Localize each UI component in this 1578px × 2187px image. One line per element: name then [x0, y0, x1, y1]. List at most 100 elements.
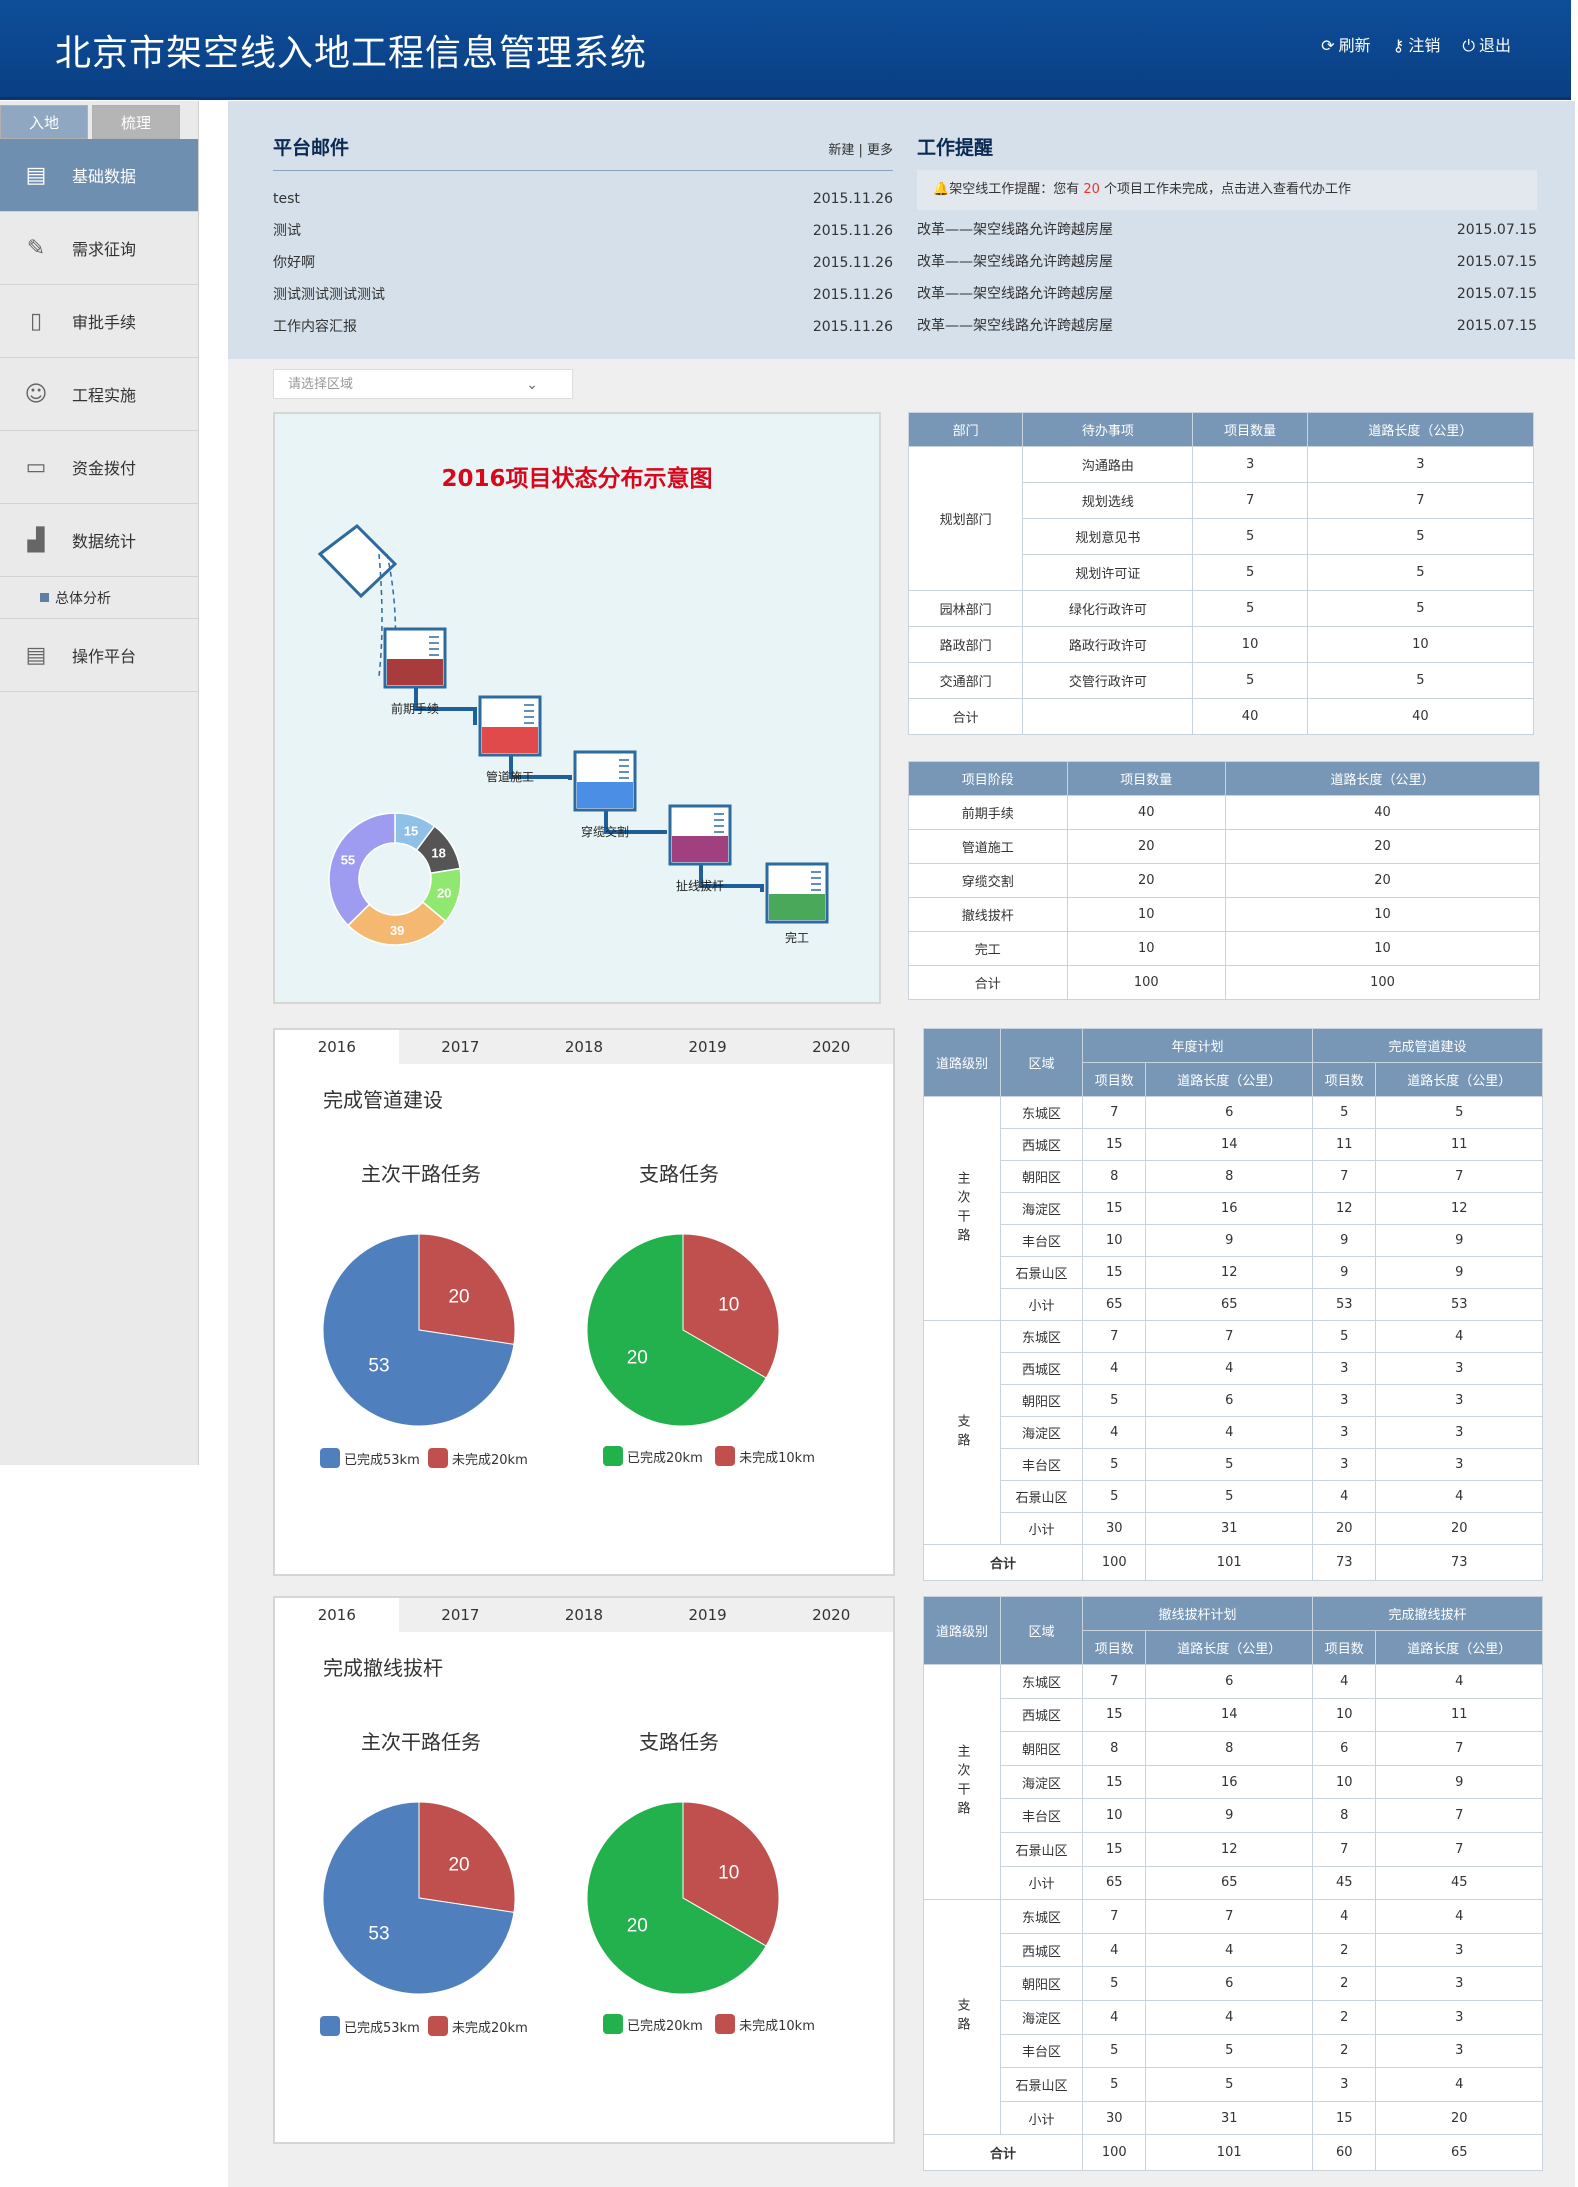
- table-cell: 7: [1375, 1160, 1543, 1193]
- sidebar-item-demand[interactable]: ✎ 需求征询: [0, 212, 198, 285]
- work-row-title: 改革——架空线路允许跨越房屋: [917, 254, 1113, 270]
- sidebar-item-statistics[interactable]: ▟ 数据统计: [0, 504, 198, 577]
- table-cell: 100: [1225, 965, 1540, 1000]
- table-cell: 14: [1145, 1697, 1313, 1733]
- table-cell: 15: [1311, 2100, 1377, 2136]
- refresh-button[interactable]: ⟳ 刷新: [1321, 32, 1370, 56]
- stage-label: 完工: [785, 930, 809, 945]
- work-row[interactable]: 改革——架空线路允许跨越房屋 2015.07.15: [917, 214, 1537, 246]
- table-cell: 10: [1081, 1798, 1147, 1833]
- table-cell: 西城区: [1000, 1697, 1083, 1733]
- year-tab[interactable]: 2016: [275, 1598, 399, 1632]
- sidebar-subitem-analysis[interactable]: 总体分析: [0, 577, 198, 619]
- table-cell: 65: [1081, 1865, 1147, 1901]
- table-cell: 73: [1311, 1544, 1377, 1581]
- table-cell: 101: [1145, 1544, 1313, 1581]
- table-row: 主次干路 东城区 7 6 4 4: [923, 1663, 1543, 1901]
- table-header: 道路长度（公里）: [1375, 1630, 1543, 1665]
- mail-row[interactable]: 测试 2015.11.26: [273, 215, 893, 247]
- mail-row[interactable]: test 2015.11.26: [273, 183, 893, 215]
- table-cell: 10: [1081, 1224, 1147, 1257]
- year-tab[interactable]: 2017: [399, 1598, 523, 1632]
- stage-table: 项目阶段 项目数量 道路长度（公里） 前期手续 40 40 管道施工 20 20 穿缆交割 20 20…: [908, 761, 1540, 1000]
- table-row: 海淀区 15 16 12 12: [924, 1192, 1543, 1225]
- table-cell: 65: [1145, 1865, 1313, 1901]
- year-tab[interactable]: 2018: [522, 1598, 646, 1632]
- tab-shuli[interactable]: 梳理: [92, 105, 180, 139]
- table-cell: 10: [1311, 1697, 1377, 1733]
- table-cell: 交通部门: [907, 662, 1024, 699]
- mail-links[interactable]: 新建 | 更多: [828, 139, 893, 158]
- table-cell: 40: [1066, 795, 1226, 830]
- mail-row-title: 工作内容汇报: [273, 319, 357, 335]
- year-tab[interactable]: 2020: [769, 1598, 893, 1632]
- table-cell: 3: [1375, 1352, 1543, 1385]
- year-tab[interactable]: 2016: [275, 1030, 399, 1064]
- donut-label: 55: [341, 852, 355, 867]
- work-row[interactable]: 改革——架空线路允许跨越房屋 2015.07.15: [917, 278, 1537, 310]
- table-cell: 7: [1081, 1664, 1147, 1699]
- table-cell: 7: [1306, 482, 1535, 519]
- table-cell: 12: [1145, 1256, 1313, 1289]
- mail-title: 平台邮件: [273, 137, 350, 159]
- table-cell: 规划部门: [907, 446, 1024, 591]
- table-cell: 5: [1192, 590, 1308, 627]
- table-row: 朝阳区 8 8 6 7: [924, 1731, 1543, 1766]
- table-header: 项目数量: [1066, 761, 1226, 796]
- area-select[interactable]: 请选择区域 ⌄: [273, 369, 573, 399]
- table-cell: 园林部门: [907, 590, 1024, 627]
- sidebar-item-approval[interactable]: ▯ 审批手续: [0, 285, 198, 358]
- table-cell: 支路: [923, 1320, 1001, 1545]
- donut-label: 39: [390, 923, 404, 938]
- table-cell: 53: [1311, 1288, 1377, 1321]
- table-cell: 4: [1375, 1899, 1543, 1934]
- year-tab[interactable]: 2019: [646, 1030, 770, 1064]
- table-header: 道路长度（公里）: [1145, 1630, 1313, 1665]
- work-row[interactable]: 改革——架空线路允许跨越房屋 2015.07.15: [917, 310, 1537, 342]
- sidebar-item-platform[interactable]: ▤ 操作平台: [0, 619, 198, 692]
- table-cell: 6: [1145, 1384, 1313, 1417]
- table-cell: 4: [1145, 1999, 1313, 2035]
- table-cell: 路政行政许可: [1022, 626, 1194, 663]
- work-alert[interactable]: 🔔架空线工作提醒：您有 20 个项目工作未完成，点击进入查看代办工作: [917, 170, 1537, 210]
- mail-row[interactable]: 工作内容汇报 2015.11.26: [273, 311, 893, 343]
- table-header: 区域: [1000, 1596, 1083, 1665]
- year-tab[interactable]: 2019: [646, 1598, 770, 1632]
- table-cell: 101: [1145, 2134, 1313, 2172]
- table-cell: 小计: [1000, 1865, 1083, 1901]
- tab-rudi[interactable]: 入地: [0, 105, 88, 139]
- mail-row-date: 2015.11.26: [812, 255, 893, 271]
- year-tab[interactable]: 2020: [769, 1030, 893, 1064]
- mail-row[interactable]: 测试测试测试测试 2015.11.26: [273, 279, 893, 311]
- table-header: 项目数: [1311, 1062, 1377, 1097]
- file-icon: ▯: [29, 308, 43, 334]
- year-tab[interactable]: 2017: [399, 1030, 523, 1064]
- table-cell: 合计: [923, 1544, 1083, 1581]
- work-row[interactable]: 改革——架空线路允许跨越房屋 2015.07.15: [917, 246, 1537, 278]
- sidebar-item-basic-data[interactable]: ▤ 基础数据: [0, 139, 198, 212]
- sidebar-item-funding[interactable]: ▭ 资金拨付: [0, 431, 198, 504]
- table-cell: 45: [1311, 1865, 1377, 1901]
- table-cell: 合计: [923, 2134, 1083, 2172]
- sidebar-item-construction[interactable]: ☺ 工程实施: [0, 358, 198, 431]
- table-cell: 8: [1145, 1731, 1313, 1766]
- table-row: 支路 东城区 7 7 5 4: [923, 1320, 1543, 1545]
- table-row: 合计 100 101 60 65: [923, 2134, 1543, 2172]
- table-cell: 5: [1145, 1480, 1313, 1513]
- pole-table: 道路级别 区域 撤线拔杆计划 完成撤线拔杆 项目数 道路长度（公里） 项目数 道路长度（公里）…: [923, 1596, 1544, 2172]
- logout-button[interactable]: ⚷ 注销: [1393, 32, 1441, 56]
- table-row: 丰台区 10 9 8 7: [924, 1798, 1543, 1833]
- mail-row[interactable]: 你好啊 2015.11.26: [273, 247, 893, 279]
- year-tab[interactable]: 2018: [522, 1030, 646, 1064]
- table-cell: 沟通路由: [1022, 446, 1194, 483]
- work-row-date: 2015.07.15: [1456, 222, 1537, 238]
- work-row-date: 2015.07.15: [1456, 286, 1537, 302]
- table-cell: 3: [1375, 1448, 1543, 1481]
- table-cell: 朝阳区: [1000, 1160, 1083, 1193]
- table-cell: 73: [1375, 1544, 1543, 1581]
- table-cell: 5: [1306, 662, 1535, 699]
- exit-button[interactable]: ⏻ 退出: [1462, 32, 1511, 56]
- table-cell: 4: [1311, 1480, 1377, 1513]
- table-cell: 7: [1192, 482, 1308, 519]
- table-row: 海淀区 4 4 3 3: [924, 1416, 1543, 1449]
